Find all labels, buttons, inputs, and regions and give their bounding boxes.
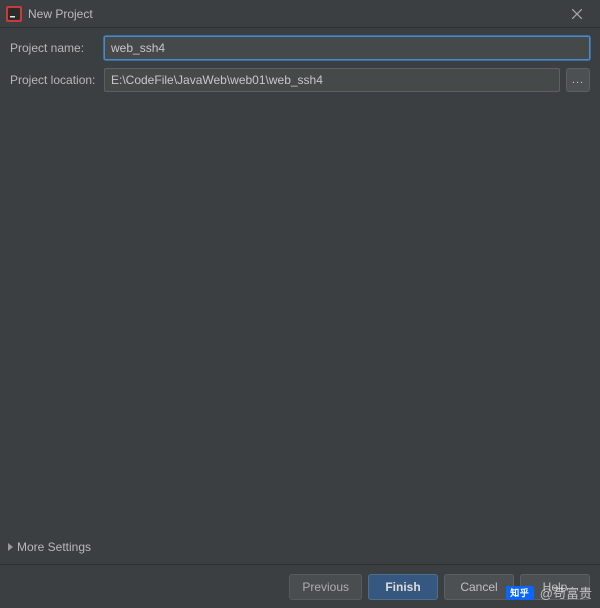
finish-button[interactable]: Finish <box>368 574 438 600</box>
project-location-input[interactable] <box>104 68 560 92</box>
titlebar: New Project <box>0 0 600 28</box>
project-location-label: Project location: <box>10 73 104 87</box>
ellipsis-icon: ... <box>572 74 584 86</box>
project-name-input[interactable] <box>104 36 590 60</box>
help-button[interactable]: Help <box>520 574 590 600</box>
project-name-row: Project name: <box>10 36 590 60</box>
cancel-button[interactable]: Cancel <box>444 574 514 600</box>
app-icon <box>6 6 22 22</box>
content-spacer <box>0 100 600 534</box>
window-close-button[interactable] <box>558 0 596 28</box>
previous-button[interactable]: Previous <box>289 574 362 600</box>
project-name-label: Project name: <box>10 41 104 55</box>
button-bar: Previous Finish Cancel Help 知乎 @苟富贵 <box>0 564 600 608</box>
more-settings-toggle[interactable]: More Settings <box>0 534 600 564</box>
chevron-right-icon <box>8 543 13 551</box>
form-area: Project name: Project location: ... <box>0 28 600 100</box>
close-icon <box>572 9 582 19</box>
browse-location-button[interactable]: ... <box>566 68 590 92</box>
more-settings-label: More Settings <box>17 540 91 554</box>
project-location-row: Project location: ... <box>10 68 590 92</box>
window-title: New Project <box>28 7 93 21</box>
